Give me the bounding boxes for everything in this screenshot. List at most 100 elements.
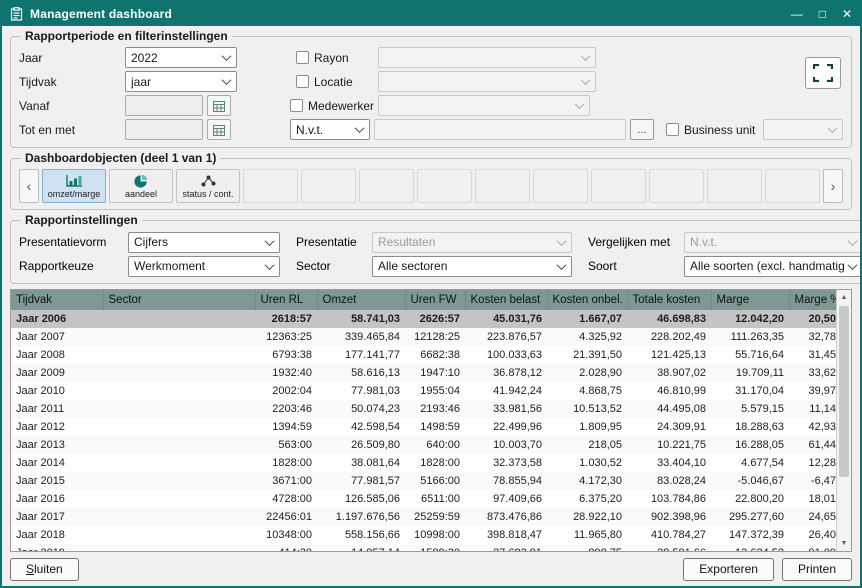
table-row[interactable]: Jaar 20091932:4058.616,131947:1036.878,1… [11, 364, 836, 382]
vergelijken-met-select[interactable]: N.v.t. [684, 232, 860, 253]
dashboard-slot-empty[interactable] [649, 169, 704, 203]
tijdvak-select[interactable]: jaar [125, 71, 237, 92]
sector-select[interactable]: Alle sectoren [372, 256, 572, 277]
dashboard-slot-empty[interactable] [765, 169, 820, 203]
maximize-button[interactable]: □ [819, 8, 826, 20]
table-row[interactable]: Jaar 20102002:0477.981,031955:0441.942,2… [11, 382, 836, 400]
table-row[interactable]: Jaar 200712363:25339.465,8412128:25223.8… [11, 328, 836, 346]
column-header[interactable]: Marge % [789, 290, 836, 310]
dashboard-slot-empty[interactable] [707, 169, 762, 203]
column-header[interactable]: Omzet [317, 290, 405, 310]
scrollbar-track[interactable] [837, 305, 851, 536]
scrollbar-thumb[interactable] [839, 306, 849, 477]
dashboard-object-omzet-marge[interactable]: omzet/marge [42, 169, 106, 203]
titlebar[interactable]: Management dashboard — □ ✕ [2, 2, 860, 26]
dashboard-slot-empty[interactable] [359, 169, 414, 203]
table-cell: 1828:00 [255, 454, 317, 472]
table-cell [103, 490, 255, 508]
presentatievorm-select[interactable]: Cijfers [128, 232, 280, 253]
table-row[interactable]: Jaar 2019414:3014.957,141589:3027.682,91… [11, 544, 836, 551]
fullscreen-button[interactable] [805, 57, 841, 89]
filter-value-input[interactable] [374, 119, 626, 140]
column-header[interactable]: Kosten belast [465, 290, 547, 310]
dashboard-slot-empty[interactable] [243, 169, 298, 203]
table-row[interactable]: Jaar 20121394:5942.598,541498:5922.499,9… [11, 418, 836, 436]
locatie-checkbox[interactable] [296, 75, 309, 88]
tot-en-met-calendar-button[interactable] [207, 119, 231, 140]
medewerker-checkbox[interactable] [290, 99, 303, 112]
rapportkeuze-select[interactable]: Werkmoment [128, 256, 280, 277]
table-cell: 4.868,75 [547, 382, 627, 400]
locatie-label: Locatie [314, 75, 353, 89]
table-row[interactable]: Jaar 2013563:0026.509,80640:0010.003,702… [11, 436, 836, 454]
scroll-up-icon[interactable]: ▲ [837, 290, 851, 305]
table-cell: 4.172,30 [547, 472, 627, 490]
browse-button[interactable]: ... [630, 119, 654, 140]
business-unit-select[interactable] [763, 119, 843, 140]
dashboard-object-aandeel[interactable]: aandeel [109, 169, 173, 203]
table-cell: 25259:59 [405, 508, 465, 526]
vanaf-calendar-button[interactable] [207, 95, 231, 116]
chevron-down-icon [847, 260, 857, 270]
table-cell: 295.277,60 [711, 508, 789, 526]
minimize-button[interactable]: — [791, 8, 803, 20]
column-header[interactable]: Sector [103, 290, 255, 310]
table-cell: 61,44 [789, 436, 836, 454]
table-cell: 19.709,11 [711, 364, 789, 382]
tot-en-met-date-input[interactable] [125, 119, 203, 140]
table-cell: 1394:59 [255, 418, 317, 436]
table-cell [103, 382, 255, 400]
close-button[interactable]: ✕ [842, 8, 852, 20]
table-row[interactable]: Jaar 20164728:00126.585,066511:0097.409,… [11, 490, 836, 508]
presentatie-label: Presentatie [296, 235, 368, 249]
table-cell: Jaar 2012 [11, 418, 103, 436]
table-cell: Jaar 2011 [11, 400, 103, 418]
dashboard-slot-empty[interactable] [591, 169, 646, 203]
printen-button[interactable]: Printen [782, 558, 852, 581]
column-header[interactable]: Kosten onbel. [547, 290, 627, 310]
dashboard-next-button[interactable]: › [823, 169, 843, 203]
exporteren-button[interactable]: Exporteren [683, 558, 774, 581]
vertical-scrollbar[interactable]: ▲ ▼ [836, 290, 851, 551]
soort-select[interactable]: Alle soorten (excl. handmatig [684, 256, 860, 277]
table-row[interactable]: Jaar 20141828:0038.081,641828:0032.373,5… [11, 454, 836, 472]
rayon-select[interactable] [378, 47, 596, 68]
table-cell: 58.616,13 [317, 364, 405, 382]
table-row[interactable]: Jaar 201722456:011.197.676,5625259:59873… [11, 508, 836, 526]
table-cell: 410.784,27 [627, 526, 711, 544]
filter-group: Rapportperiode en filterinstellingen Jaa… [10, 29, 852, 148]
table-row[interactable]: Jaar 201810348:00558.156,6610998:00398.8… [11, 526, 836, 544]
table-row[interactable]: Jaar 20112203:4650.074,232193:4633.981,5… [11, 400, 836, 418]
business-unit-checkbox[interactable] [666, 123, 679, 136]
table-row[interactable]: Jaar 20153671:0077.981,575166:0078.855,9… [11, 472, 836, 490]
table-cell: Jaar 2019 [11, 544, 103, 551]
jaar-select[interactable]: 2022 [125, 47, 237, 68]
rayon-checkbox[interactable] [296, 51, 309, 64]
scroll-down-icon[interactable]: ▼ [837, 536, 851, 551]
management-dashboard-window: Management dashboard — □ ✕ Rapportperiod… [0, 0, 862, 588]
dashboard-prev-button[interactable]: ‹ [19, 169, 39, 203]
table-cell: 33.404,10 [627, 454, 711, 472]
table-row[interactable]: Jaar 20062618:5758.741,032626:5745.031,7… [11, 310, 836, 328]
sluiten-button[interactable]: Sluiten [10, 558, 79, 581]
dashboard-object-status-cont[interactable]: status / cont. [176, 169, 240, 203]
column-header[interactable]: Tijdvak [11, 290, 103, 310]
column-header[interactable]: Uren FW [405, 290, 465, 310]
table-cell: 6.375,20 [547, 490, 627, 508]
table-row[interactable]: Jaar 20086793:38177.141,776682:38100.033… [11, 346, 836, 364]
medewerker-select[interactable] [378, 95, 590, 116]
locatie-select[interactable] [378, 71, 596, 92]
table-cell: 898,75 [547, 544, 627, 551]
column-header[interactable]: Marge [711, 290, 789, 310]
column-header[interactable]: Uren RL [255, 290, 317, 310]
table-cell: 6793:38 [255, 346, 317, 364]
vanaf-date-input[interactable] [125, 95, 203, 116]
nvt-filter-select[interactable]: N.v.t. [290, 119, 370, 140]
dashboard-slot-empty[interactable] [475, 169, 530, 203]
dashboard-slot-empty[interactable] [417, 169, 472, 203]
column-header[interactable]: Totale kosten [627, 290, 711, 310]
table-cell [103, 310, 255, 328]
dashboard-slot-empty[interactable] [533, 169, 588, 203]
dashboard-slot-empty[interactable] [301, 169, 356, 203]
presentatie-select[interactable]: Resultaten [372, 232, 572, 253]
